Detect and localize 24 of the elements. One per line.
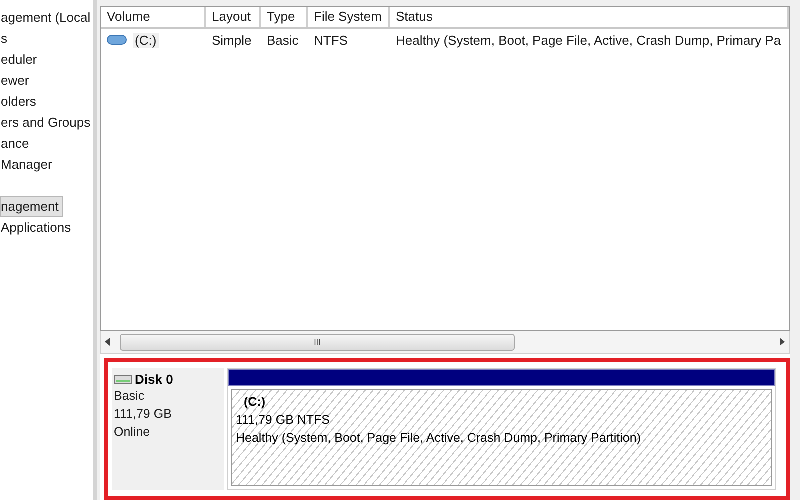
table-cell: Simple — [212, 32, 252, 48]
layout-column-header[interactable]: Layout — [206, 7, 261, 27]
table-cell: Healthy (System, Boot, Page File, Active, Crash Dump, Primary Pa — [396, 32, 782, 48]
scroll-right-icon[interactable] — [780, 338, 785, 346]
file-system-column-header[interactable]: File System — [308, 7, 390, 27]
scroll-left-icon[interactable] — [105, 338, 110, 346]
type-column-header[interactable]: Type — [261, 7, 308, 27]
disk-state: Online — [114, 424, 152, 441]
tree-item[interactable]: nagement — [0, 196, 63, 217]
table-cell: Basic — [267, 32, 299, 48]
volume-column-header[interactable]: Volume — [101, 7, 206, 27]
disk-type: Basic — [114, 388, 146, 405]
hard-drive-icon — [114, 375, 132, 384]
table-cell: NTFS — [314, 32, 348, 48]
table-cell: (C:) — [133, 32, 159, 48]
partition-name: (C:) — [243, 394, 267, 411]
partition-status: Healthy (System, Boot, Page File, Active, Crash Dump, Primary Partition) — [236, 430, 642, 447]
disk-name: Disk 0 — [135, 372, 174, 387]
partition-size: 111,79 GB NTFS — [236, 412, 332, 429]
status-column-header[interactable]: Status — [390, 7, 789, 27]
partition-panel[interactable]: (C:) 111,79 GB NTFS Healthy (System, Boot, Page File, Active, Crash Dump, Primary Partition) — [227, 368, 776, 490]
scrollbar-thumb[interactable]: III — [120, 334, 515, 351]
horizontal-scrollbar[interactable]: III — [100, 331, 790, 354]
disk-size: 111,79 GB — [114, 406, 173, 423]
